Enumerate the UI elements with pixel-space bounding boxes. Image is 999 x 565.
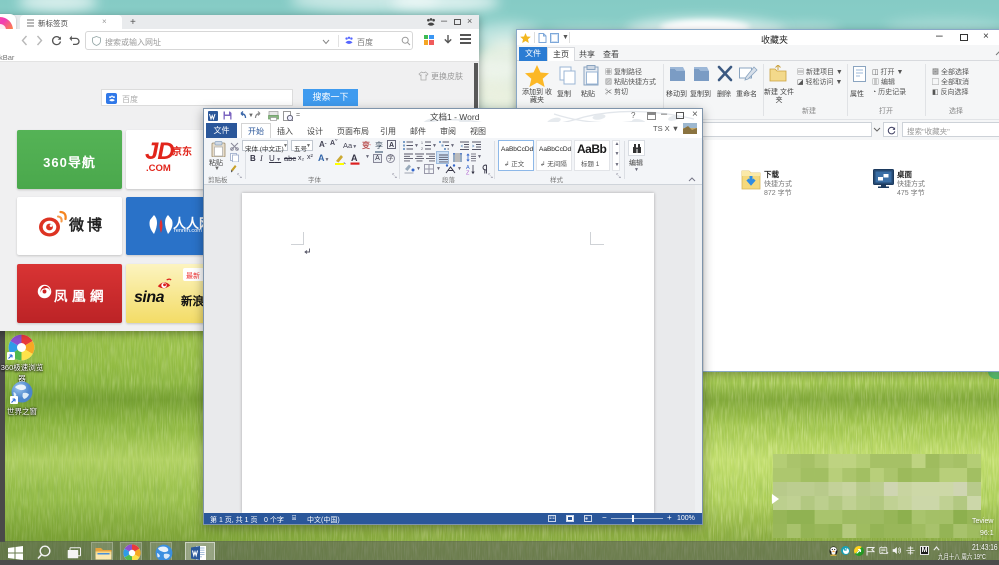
svg-text:Z: Z <box>466 171 470 176</box>
svg-text:A: A <box>351 153 358 163</box>
svg-text:1: 1 <box>421 141 423 145</box>
svg-text:2: 2 <box>421 147 423 150</box>
